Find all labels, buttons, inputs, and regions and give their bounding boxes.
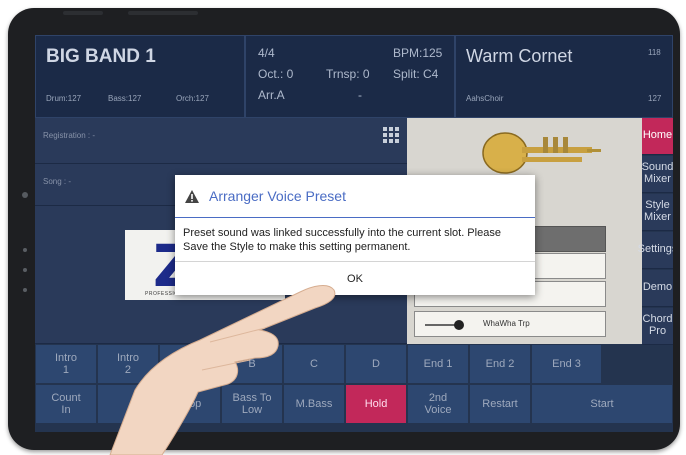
- dialog-title-divider: [175, 217, 535, 218]
- start-button[interactable]: Start: [531, 384, 673, 424]
- sensor-dot: [23, 288, 27, 292]
- voice-sub: AahsChoir: [466, 94, 504, 103]
- orch-volume: Orch:127: [176, 94, 209, 103]
- restart-label: Restart: [482, 397, 518, 410]
- second-voice-label: 2nd Voice: [424, 391, 452, 416]
- warning-icon: [185, 189, 199, 203]
- style-info-panel[interactable]: BIG BAND 1 Drum:127 Bass:127 Orch:127: [35, 35, 245, 118]
- split-value: Split: C4: [393, 67, 439, 81]
- ok-button[interactable]: OK: [175, 262, 535, 295]
- volume-button: [63, 11, 103, 15]
- end-1-label: End 1: [423, 357, 453, 370]
- style-name: BIG BAND 1: [46, 46, 156, 67]
- m-bass-button[interactable]: M.Bass: [283, 384, 345, 424]
- hold-button[interactable]: Hold: [345, 384, 407, 424]
- end-1-button[interactable]: End 1: [407, 344, 469, 384]
- bass-volume: Bass:127: [108, 94, 142, 103]
- variation-c-button[interactable]: C: [283, 344, 345, 384]
- count-in-label: Count In: [51, 391, 81, 416]
- chord-pro-button[interactable]: Chord Pro: [642, 308, 673, 345]
- drum-volume: Drum:127: [46, 94, 82, 103]
- voice-name: Warm Cornet: [466, 46, 573, 66]
- style-mixer-label: Style Mixer: [644, 199, 671, 223]
- second-voice-button[interactable]: 2nd Voice: [407, 384, 469, 424]
- demo-label: Demo: [642, 281, 673, 294]
- variation-b-button[interactable]: B: [221, 344, 283, 384]
- trumpet-icon: [425, 320, 464, 330]
- voice-number: 118: [648, 48, 661, 57]
- time-signature: 4/4: [258, 46, 275, 60]
- voice-panel[interactable]: Warm Cornet 118 AahsChoir 127: [455, 35, 673, 118]
- bass-to-low-label: Bass To Low: [232, 391, 272, 416]
- count-in-button[interactable]: Count In: [35, 384, 97, 424]
- sensor-dot: [23, 268, 27, 272]
- style-mixer-button[interactable]: Style Mixer: [642, 194, 673, 231]
- voice-volume: 127: [648, 94, 662, 103]
- intro-2-button[interactable]: Intro 2: [97, 344, 159, 384]
- hold-label: Hold: [364, 397, 388, 410]
- demo-button[interactable]: Demo: [642, 270, 673, 307]
- variation-d-button[interactable]: D: [345, 344, 407, 384]
- voice-slot-label: WhaWha Trp: [483, 319, 530, 328]
- end-2-button[interactable]: End 2: [469, 344, 531, 384]
- stop-button[interactable]: Stop: [159, 384, 221, 424]
- sound-mixer-button[interactable]: Sound Mixer: [642, 156, 673, 193]
- intro-1-button[interactable]: Intro 1: [35, 344, 97, 384]
- variation-b-label: B: [248, 357, 256, 370]
- chord-pro-label: Chord Pro: [642, 313, 673, 337]
- variation-a-button[interactable]: [159, 344, 221, 384]
- power-button: [128, 11, 198, 15]
- song-label: Song : -: [43, 177, 72, 186]
- arranger-status-panel: 4/4 BPM:125 Oct.: 0 Trnsp: 0 Split: C4 A…: [245, 35, 589, 118]
- transpose-value: Trnsp: 0: [326, 67, 370, 81]
- dash-value: -: [358, 88, 362, 102]
- sensor-dot: [23, 248, 27, 252]
- octave-value: Oct.: 0: [258, 67, 294, 81]
- variation-c-label: C: [310, 357, 318, 370]
- registration-panel[interactable]: Registration : -: [35, 118, 407, 164]
- variation-d-label: D: [372, 357, 380, 370]
- bpm-value: BPM:125: [393, 46, 443, 60]
- bass-to-low-button[interactable]: Bass To Low: [221, 384, 283, 424]
- m-bass-label: M.Bass: [295, 397, 333, 410]
- sound-mixer-label: Sound Mixer: [641, 161, 673, 185]
- voice-slot-4[interactable]: WhaWha Trp: [414, 311, 606, 337]
- home-label: Home: [642, 129, 673, 142]
- arrangement-value: Arr.A: [258, 88, 285, 102]
- intro-2-label: Intro 2: [116, 351, 139, 376]
- sync-button[interactable]: [97, 384, 159, 424]
- end-3-label: End 3: [552, 357, 581, 370]
- ok-label: OK: [347, 272, 363, 285]
- stop-label: Stop: [178, 397, 202, 410]
- intro-1-label: Intro 1: [54, 351, 77, 376]
- settings-label: Settings: [637, 243, 673, 256]
- dialog-title: Arranger Voice Preset: [209, 188, 346, 204]
- start-label: Start: [590, 397, 614, 410]
- dialog-title-row: Arranger Voice Preset: [185, 188, 346, 204]
- grid-menu-icon[interactable]: [383, 127, 399, 143]
- preset-dialog: Arranger Voice Preset Preset sound was l…: [175, 175, 535, 295]
- camera-icon: [22, 192, 28, 198]
- home-button[interactable]: Home: [642, 118, 673, 155]
- registration-label: Registration : -: [43, 131, 96, 140]
- restart-button[interactable]: Restart: [469, 384, 531, 424]
- end-3-button[interactable]: End 3: [531, 344, 602, 384]
- dialog-message: Preset sound was linked successfully int…: [183, 227, 501, 253]
- settings-button[interactable]: Settings: [638, 232, 673, 269]
- end-2-label: End 2: [485, 357, 515, 370]
